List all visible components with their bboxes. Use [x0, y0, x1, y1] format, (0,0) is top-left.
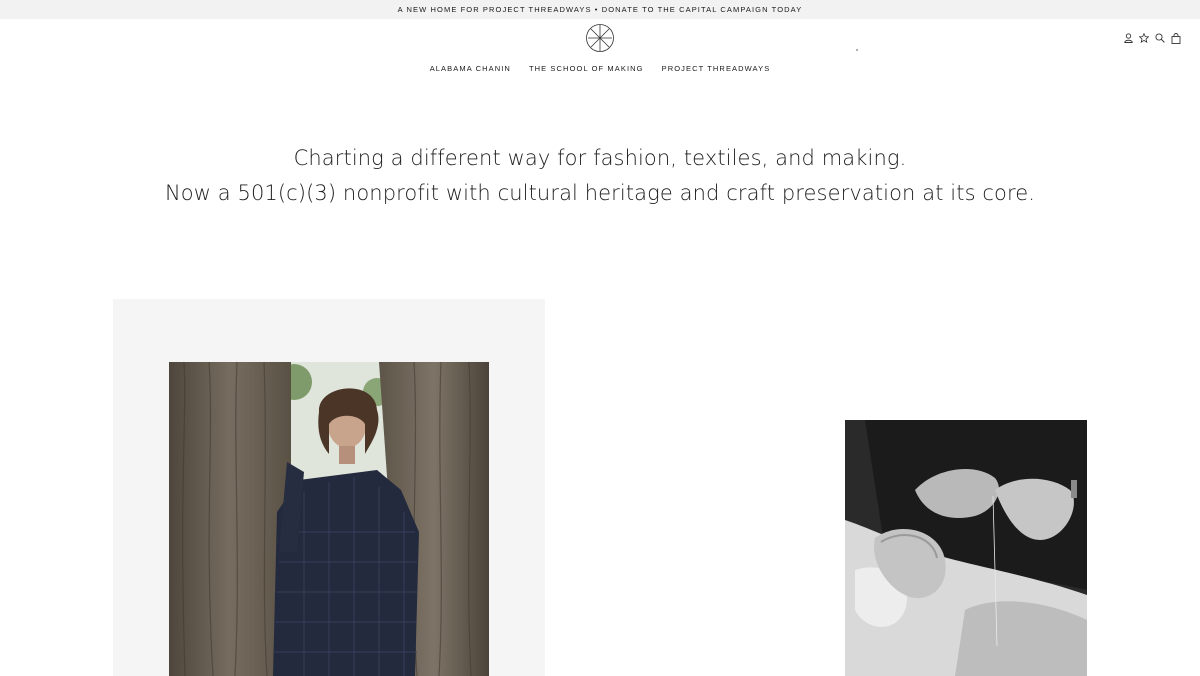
bag-icon[interactable] — [1171, 32, 1181, 44]
nav-item-school-of-making[interactable]: THE SCHOOL OF MAKING — [529, 64, 644, 73]
asterisk-circle-logo-icon[interactable] — [585, 23, 615, 53]
hero-line-1: Charting a different way for fashion, te… — [293, 146, 907, 170]
hero-statement: Charting a different way for fashion, te… — [0, 141, 1200, 211]
main-nav: ALABAMA CHANIN THE SCHOOL OF MAKING PROJ… — [0, 64, 1200, 73]
star-icon[interactable] — [1139, 32, 1149, 44]
utility-icons — [1123, 32, 1181, 44]
nav-item-project-threadways[interactable]: PROJECT THREADWAYS — [662, 64, 771, 73]
nav-item-alabama-chanin[interactable]: ALABAMA CHANIN — [430, 64, 511, 73]
photo-woman-in-coat[interactable] — [169, 362, 489, 676]
search-icon[interactable] — [1155, 32, 1165, 44]
photo-hands-sewing[interactable] — [845, 420, 1087, 676]
announcement-link[interactable]: A NEW HOME FOR PROJECT THREADWAYS • DONA… — [398, 5, 803, 14]
announcement-bar: A NEW HOME FOR PROJECT THREADWAYS • DONA… — [0, 0, 1200, 19]
decorative-dot — [856, 49, 858, 51]
hero-line-2: Now a 501(c)(3) nonprofit with cultural … — [164, 181, 1036, 205]
account-icon[interactable] — [1123, 32, 1133, 44]
